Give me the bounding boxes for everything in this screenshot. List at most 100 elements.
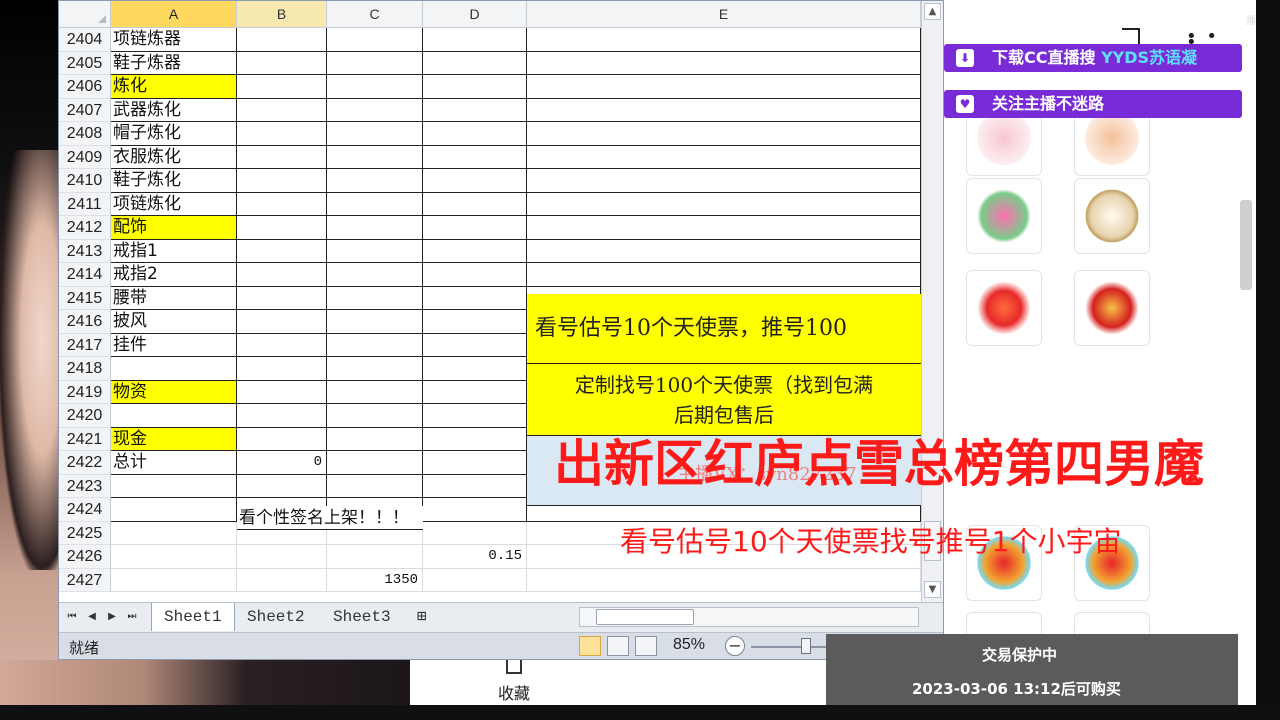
cell-c[interactable]: [327, 545, 423, 569]
row-header[interactable]: 2421: [59, 427, 111, 451]
cell-a[interactable]: 戒指1: [111, 239, 237, 263]
row-header[interactable]: 2404: [59, 28, 111, 52]
row-header[interactable]: 2427: [59, 568, 111, 592]
cell-b[interactable]: [237, 286, 327, 310]
row-header[interactable]: 2412: [59, 216, 111, 240]
cell-e[interactable]: [527, 568, 921, 592]
cell-d[interactable]: [423, 521, 527, 545]
cell-d[interactable]: [423, 333, 527, 357]
zoom-slider-thumb[interactable]: [801, 638, 811, 654]
more-dots-icon[interactable]: • • •: [1186, 28, 1226, 52]
cell-c[interactable]: [327, 122, 423, 146]
cell-d[interactable]: [423, 380, 527, 404]
scroll-up-icon[interactable]: ▲: [924, 3, 941, 20]
cell-b[interactable]: [237, 568, 327, 592]
column-header-c[interactable]: C: [327, 1, 423, 27]
cell-b[interactable]: [237, 380, 327, 404]
cell-e[interactable]: [527, 51, 921, 75]
cell-b[interactable]: [237, 310, 327, 334]
cell-e[interactable]: [527, 263, 921, 287]
cell-d[interactable]: [423, 192, 527, 216]
cell-e[interactable]: [527, 216, 921, 240]
cell-d[interactable]: [423, 51, 527, 75]
cell-d[interactable]: [423, 216, 527, 240]
cell-c[interactable]: [327, 239, 423, 263]
merged-cell-appraisal[interactable]: 看号估号10个天使票，推号100: [527, 294, 921, 364]
cell-a[interactable]: 鞋子炼器: [111, 51, 237, 75]
cell-d[interactable]: [423, 169, 527, 193]
cell-d[interactable]: [423, 310, 527, 334]
row-header[interactable]: 2408: [59, 122, 111, 146]
cell-a[interactable]: 物资: [111, 380, 237, 404]
cell-b[interactable]: [237, 28, 327, 52]
next-sheet-icon[interactable]: ▶: [105, 610, 119, 624]
cell-c[interactable]: [327, 427, 423, 451]
cell-a[interactable]: 腰带: [111, 286, 237, 310]
side-panel-scrollbar[interactable]: [1240, 200, 1252, 290]
cell-a[interactable]: 帽子炼化: [111, 122, 237, 146]
row-header[interactable]: 2411: [59, 192, 111, 216]
cell-c[interactable]: [327, 192, 423, 216]
row-header[interactable]: 2405: [59, 51, 111, 75]
cell-d[interactable]: [423, 239, 527, 263]
cell-a[interactable]: 挂件: [111, 333, 237, 357]
download-promo-banner[interactable]: ⬇ 下载CC直播搜 YYDS苏语凝: [944, 44, 1242, 72]
row-header[interactable]: 2423: [59, 474, 111, 498]
row-header[interactable]: 2424: [59, 498, 111, 522]
cell-b[interactable]: [237, 75, 327, 99]
cell-a[interactable]: 鞋子炼化: [111, 169, 237, 193]
page-break-view-icon[interactable]: [635, 636, 657, 656]
gift-item[interactable]: [966, 270, 1042, 346]
cell-d[interactable]: 0.15: [423, 545, 527, 569]
cell-a[interactable]: [111, 521, 237, 545]
cell-d[interactable]: [423, 122, 527, 146]
cell-c[interactable]: [327, 169, 423, 193]
cell-d[interactable]: [423, 498, 527, 522]
column-header-b[interactable]: B: [237, 1, 327, 27]
insert-sheet-icon[interactable]: ⊞: [411, 603, 433, 631]
cell-a[interactable]: 现金: [111, 427, 237, 451]
cell-b[interactable]: [237, 474, 327, 498]
horizontal-scroll-thumb[interactable]: [596, 609, 694, 625]
cell-e[interactable]: [527, 28, 921, 52]
cell-c[interactable]: [327, 286, 423, 310]
cell-e[interactable]: [527, 122, 921, 146]
cell-b[interactable]: [237, 192, 327, 216]
cell-a[interactable]: 项链炼器: [111, 28, 237, 52]
row-header[interactable]: 2418: [59, 357, 111, 381]
cell-c[interactable]: [327, 75, 423, 99]
row-header[interactable]: 2406: [59, 75, 111, 99]
cell-c[interactable]: [327, 263, 423, 287]
cell-b[interactable]: [237, 404, 327, 428]
cell-a[interactable]: 衣服炼化: [111, 145, 237, 169]
cell-c[interactable]: [327, 28, 423, 52]
cell-e[interactable]: [527, 145, 921, 169]
cell-a[interactable]: 配饰: [111, 216, 237, 240]
cell-d[interactable]: [423, 451, 527, 475]
cell-b[interactable]: [237, 239, 327, 263]
cell-b[interactable]: [237, 169, 327, 193]
cell-c[interactable]: [327, 310, 423, 334]
cell-b[interactable]: [237, 51, 327, 75]
tab-sheet2[interactable]: Sheet2: [235, 603, 317, 631]
cell-c[interactable]: [327, 51, 423, 75]
cell-e[interactable]: [527, 98, 921, 122]
tab-sheet1[interactable]: Sheet1: [151, 603, 235, 631]
normal-view-icon[interactable]: [579, 636, 601, 656]
column-header-a[interactable]: A: [111, 1, 237, 27]
cell-a[interactable]: 炼化: [111, 75, 237, 99]
cell-a[interactable]: [111, 568, 237, 592]
page-layout-view-icon[interactable]: [607, 636, 629, 656]
cell-b[interactable]: [237, 333, 327, 357]
cell-a[interactable]: [111, 498, 237, 522]
row-header[interactable]: 2415: [59, 286, 111, 310]
cell-c[interactable]: [327, 451, 423, 475]
cell-a[interactable]: 戒指2: [111, 263, 237, 287]
row-header[interactable]: 2420: [59, 404, 111, 428]
cell-d[interactable]: [423, 286, 527, 310]
row-header[interactable]: 2417: [59, 333, 111, 357]
cell-a[interactable]: 总计: [111, 451, 237, 475]
cell-e[interactable]: [527, 239, 921, 263]
cell-c[interactable]: [327, 145, 423, 169]
cell-d[interactable]: [423, 474, 527, 498]
